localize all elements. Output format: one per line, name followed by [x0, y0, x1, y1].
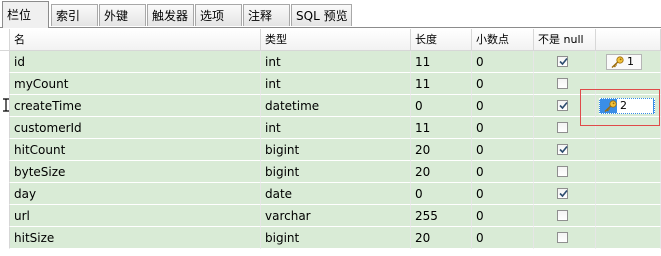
field-name-cell[interactable]: day [10, 183, 261, 205]
field-name-cell[interactable]: id [10, 51, 261, 73]
column-header-key[interactable] [596, 29, 661, 51]
field-decimals-cell[interactable]: 0 [472, 183, 534, 205]
not-null-checkbox[interactable] [557, 232, 568, 243]
tab-columns[interactable]: 栏位 [2, 1, 49, 28]
not-null-checkbox[interactable] [557, 210, 568, 221]
field-decimals-cell[interactable]: 0 [472, 51, 534, 73]
key-cell[interactable] [596, 227, 661, 249]
not-null-checkbox[interactable] [557, 122, 568, 133]
tab-foreign-keys[interactable]: 外键 [99, 4, 146, 26]
not-null-cell[interactable] [534, 205, 596, 227]
field-name-cell[interactable]: createTime [10, 95, 261, 117]
table-row[interactable]: url varchar 255 0 [0, 205, 661, 227]
field-decimals-cell[interactable]: 0 [472, 73, 534, 95]
field-name-cell[interactable]: hitCount [10, 139, 261, 161]
not-null-cell[interactable] [534, 139, 596, 161]
field-grid: 名 类型 长度 小数点 不是 null id int 11 0 1 myCount int 1… [0, 29, 661, 256]
field-length-cell[interactable]: 20 [411, 161, 472, 183]
table-row[interactable]: byteSize bigint 20 0 [0, 161, 661, 183]
highlight-box [580, 89, 660, 126]
field-type-cell[interactable]: varchar [261, 205, 411, 227]
not-null-checkbox[interactable] [557, 166, 568, 177]
field-length-cell[interactable]: 20 [411, 227, 472, 249]
field-type-cell[interactable]: bigint [261, 161, 411, 183]
key-cell[interactable]: 1 [596, 51, 661, 73]
table-row[interactable]: myCount int 11 0 [0, 73, 661, 95]
key-cell[interactable] [596, 161, 661, 183]
row-indicator[interactable] [0, 205, 10, 227]
primary-key-badge[interactable]: 1 [606, 54, 642, 70]
row-indicator[interactable] [0, 139, 10, 161]
field-length-cell[interactable]: 255 [411, 205, 472, 227]
row-indicator-header [0, 29, 10, 51]
key-cell[interactable] [596, 139, 661, 161]
field-name-cell[interactable]: hitSize [10, 227, 261, 249]
not-null-checkbox[interactable] [557, 56, 568, 67]
field-length-cell[interactable]: 0 [411, 95, 472, 117]
table-row[interactable]: createTime datetime 0 0 2 [0, 95, 661, 117]
field-type-cell[interactable]: int [261, 51, 411, 73]
field-decimals-cell[interactable]: 0 [472, 139, 534, 161]
field-name-cell[interactable]: myCount [10, 73, 261, 95]
row-indicator[interactable] [0, 51, 10, 73]
field-length-cell[interactable]: 11 [411, 73, 472, 95]
field-type-cell[interactable]: int [261, 117, 411, 139]
grid-header: 名 类型 长度 小数点 不是 null [0, 29, 661, 51]
tab-sql-preview[interactable]: SQL 预览 [291, 4, 352, 26]
text-cursor-icon [3, 98, 9, 112]
column-header-type[interactable]: 类型 [261, 29, 411, 51]
table-row[interactable]: id int 11 0 1 [0, 51, 661, 73]
field-type-cell[interactable]: bigint [261, 139, 411, 161]
column-header-not-null[interactable]: 不是 null [534, 29, 596, 51]
field-type-cell[interactable]: date [261, 183, 411, 205]
tab-bar: 栏位 索引 外键 触发器 选项 注释 SQL 预览 [0, 0, 661, 28]
not-null-checkbox[interactable] [557, 78, 568, 89]
not-null-checkbox[interactable] [557, 100, 568, 111]
row-indicator[interactable] [0, 227, 10, 249]
key-cell[interactable] [596, 183, 661, 205]
not-null-cell[interactable] [534, 227, 596, 249]
key-cell[interactable] [596, 205, 661, 227]
tab-comments[interactable]: 注释 [243, 4, 290, 26]
not-null-cell[interactable] [534, 51, 596, 73]
field-length-cell[interactable]: 11 [411, 117, 472, 139]
row-indicator[interactable] [0, 183, 10, 205]
field-decimals-cell[interactable]: 0 [472, 117, 534, 139]
row-indicator[interactable] [0, 161, 10, 183]
column-header-length[interactable]: 长度 [411, 29, 472, 51]
key-order-label: 1 [627, 55, 634, 68]
tab-triggers[interactable]: 触发器 [147, 4, 194, 26]
field-name-cell[interactable]: byteSize [10, 161, 261, 183]
not-null-cell[interactable] [534, 161, 596, 183]
tab-options[interactable]: 选项 [195, 4, 242, 26]
row-indicator[interactable] [0, 117, 10, 139]
column-header-decimals[interactable]: 小数点 [472, 29, 534, 51]
field-decimals-cell[interactable]: 0 [472, 161, 534, 183]
field-length-cell[interactable]: 0 [411, 183, 472, 205]
field-decimals-cell[interactable]: 0 [472, 205, 534, 227]
not-null-cell[interactable] [534, 183, 596, 205]
table-row[interactable]: customerId int 11 0 [0, 117, 661, 139]
field-length-cell[interactable]: 11 [411, 51, 472, 73]
field-length-cell[interactable]: 20 [411, 139, 472, 161]
table-row[interactable]: hitCount bigint 20 0 [0, 139, 661, 161]
column-header-name[interactable]: 名 [10, 29, 261, 51]
field-type-cell[interactable]: int [261, 73, 411, 95]
field-decimals-cell[interactable]: 0 [472, 227, 534, 249]
table-row[interactable]: hitSize bigint 20 0 [0, 227, 661, 249]
field-type-cell[interactable]: bigint [261, 227, 411, 249]
field-type-cell[interactable]: datetime [261, 95, 411, 117]
not-null-checkbox[interactable] [557, 144, 568, 155]
table-row[interactable]: day date 0 0 [0, 183, 661, 205]
key-icon [611, 56, 624, 68]
field-name-cell[interactable]: customerId [10, 117, 261, 139]
tab-indexes[interactable]: 索引 [51, 4, 98, 26]
field-name-cell[interactable]: url [10, 205, 261, 227]
field-decimals-cell[interactable]: 0 [472, 95, 534, 117]
row-indicator[interactable] [0, 73, 10, 95]
not-null-checkbox[interactable] [557, 188, 568, 199]
